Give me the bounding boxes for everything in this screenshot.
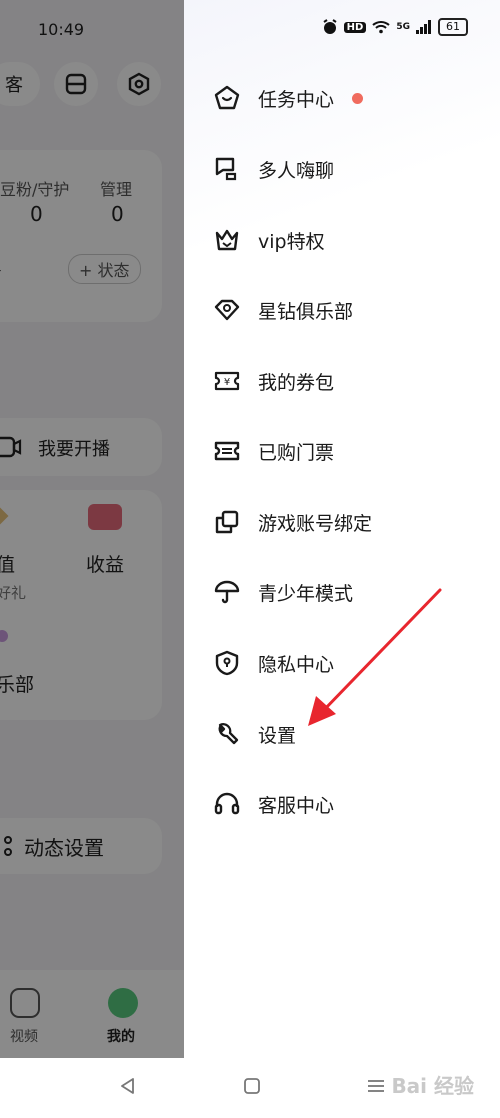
menu-item-youth-mode[interactable]: 青少年模式 (212, 572, 353, 612)
menu-label-youth-mode: 青少年模式 (258, 582, 354, 605)
menu-label-coupons: 我的券包 (258, 371, 335, 394)
diamond-club-icon (212, 295, 242, 325)
svg-text:¥: ¥ (224, 377, 230, 388)
back-triangle-icon[interactable] (118, 1076, 138, 1096)
alarm-icon (323, 19, 337, 34)
menu-item-vip[interactable]: vip特权 (212, 220, 325, 260)
headset-icon (212, 789, 242, 819)
menu-item-coupons[interactable]: ¥ 我的券包 (212, 361, 334, 401)
menu-item-group-chat[interactable]: 多人嗨聊 (212, 149, 334, 189)
menu-label-task-center: 任务中心 (258, 88, 335, 111)
group-chat-icon (212, 154, 242, 184)
menu-item-privacy[interactable]: 隐私中心 (212, 643, 334, 683)
dim-overlay[interactable] (0, 0, 184, 1058)
game-account-icon (212, 507, 242, 537)
status-icons: HD 5G 61 (322, 18, 468, 36)
home-square-icon[interactable] (242, 1076, 262, 1096)
hd-badge: HD (343, 21, 367, 33)
wrench-icon (212, 719, 242, 749)
menu-label-vip: vip特权 (258, 230, 325, 253)
status-time: 10:49 (38, 20, 85, 39)
menu-label-game-account: 游戏账号绑定 (258, 512, 373, 535)
menu-label-privacy: 隐私中心 (258, 653, 335, 676)
menu-item-diamond-club[interactable]: 星钻俱乐部 (212, 290, 353, 330)
notification-badge-dot (352, 92, 364, 104)
privacy-shield-icon (212, 648, 242, 678)
menu-label-group-chat: 多人嗨聊 (258, 159, 335, 182)
menu-item-settings[interactable]: 设置 (212, 714, 296, 754)
menu-label-settings: 设置 (258, 724, 297, 747)
watermark: Bai 经验 (391, 1074, 474, 1098)
menu-item-tickets[interactable]: 已购门票 (212, 431, 334, 471)
coupon-icon: ¥ (212, 366, 242, 396)
vip-crown-icon (212, 225, 242, 255)
network-type: 5G (396, 22, 410, 32)
wifi-icon (372, 21, 391, 34)
side-drawer: 任务中心 多人嗨聊 vip特权 星钻俱乐部 ¥ 我的券包 已购门票 游戏账号绑定… (184, 0, 500, 1058)
ticket-icon (212, 436, 242, 466)
signal-icon (416, 20, 431, 34)
menu-item-game-account[interactable]: 游戏账号绑定 (212, 502, 372, 542)
menu-item-customer-service[interactable]: 客服中心 (212, 784, 334, 824)
menu-item-task-center[interactable]: 任务中心 (212, 78, 364, 118)
menu-label-customer-service: 客服中心 (258, 794, 335, 817)
menu-label-tickets: 已购门票 (258, 441, 335, 464)
task-center-icon (212, 83, 242, 113)
menu-label-diamond-club: 星钻俱乐部 (258, 300, 354, 323)
battery-indicator: 61 (438, 18, 468, 36)
recents-menu-icon[interactable] (366, 1076, 386, 1096)
umbrella-icon (212, 577, 242, 607)
